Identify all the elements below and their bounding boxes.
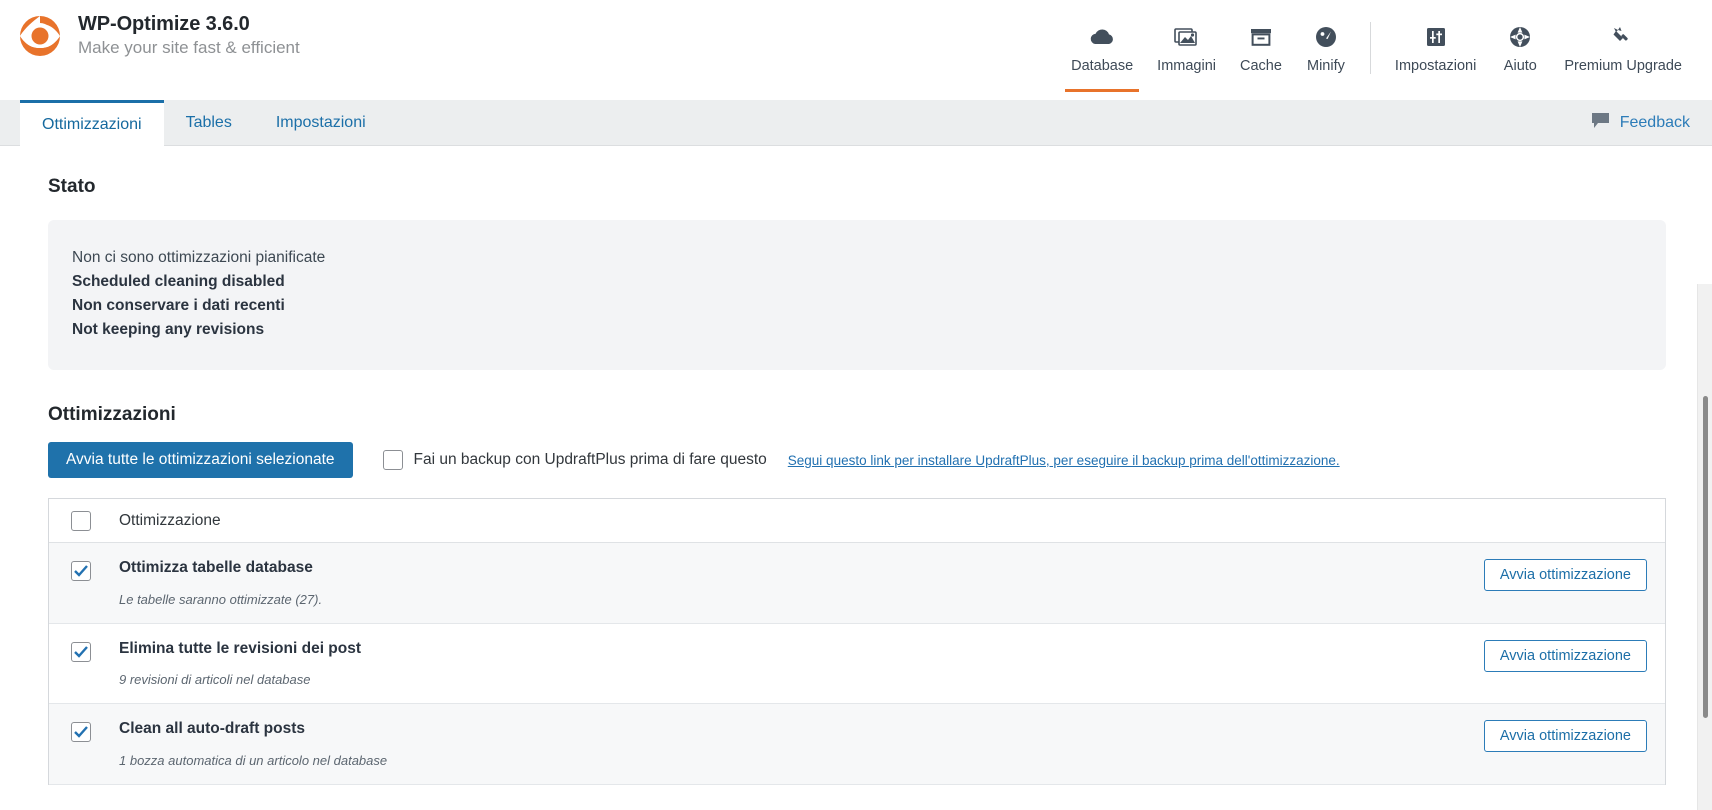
tab-impostazioni[interactable]: Impostazioni (254, 100, 388, 145)
row-content: Clean all auto-draft posts 1 bozza autom… (119, 720, 1484, 768)
row-content: Ottimizza tabelle database Le tabelle sa… (119, 559, 1484, 607)
run-all-optimizations-button[interactable]: Avvia tutte le ottimizzazioni selezionat… (48, 442, 353, 478)
nav-item-impostazioni[interactable]: Impostazioni (1383, 18, 1488, 74)
backup-option: Fai un backup con UpdraftPlus prima di f… (383, 450, 1340, 470)
tab-bar: Ottimizzazioni Tables Impostazioni Feedb… (0, 100, 1712, 146)
table-row: Ottimizza tabelle database Le tabelle sa… (49, 543, 1665, 624)
row-description: 9 revisioni di articoli nel database (119, 672, 1484, 687)
status-line: Non ci sono ottimizzazioni pianificate (72, 246, 1642, 270)
nav-label: Database (1071, 58, 1133, 74)
top-navigation-primary: Database Immagini (1059, 18, 1358, 74)
tab-label: Tables (186, 114, 232, 132)
tab-tables[interactable]: Tables (164, 100, 254, 145)
archive-box-icon (1248, 22, 1274, 52)
table-header-row: Ottimizzazione (49, 499, 1665, 543)
row-title: Clean all auto-draft posts (119, 720, 1484, 739)
nav-item-aiuto[interactable]: Aiuto (1488, 18, 1552, 74)
nav-item-database[interactable]: Database (1059, 18, 1145, 74)
feedback-link[interactable]: Feedback (1591, 100, 1690, 145)
run-optimization-button[interactable]: Avvia ottimizzazione (1484, 559, 1647, 591)
row-checkbox[interactable] (71, 642, 91, 662)
nav-item-immagini[interactable]: Immagini (1145, 18, 1228, 74)
table-row: Elimina tutte le revisioni dei post 9 re… (49, 624, 1665, 705)
plug-icon (1611, 22, 1635, 52)
brand-text: WP-Optimize 3.6.0 Make your site fast & … (78, 12, 300, 59)
wp-optimize-logo-icon (16, 12, 64, 60)
backup-checkbox[interactable] (383, 450, 403, 470)
optimizations-heading: Ottimizzazioni (48, 404, 1688, 426)
tab-label: Impostazioni (276, 114, 366, 132)
status-line: Not keeping any revisions (72, 318, 1642, 342)
sliders-icon (1424, 22, 1448, 52)
feedback-label: Feedback (1620, 114, 1690, 132)
row-description: Le tabelle saranno ottimizzate (27). (119, 592, 1484, 607)
nav-label: Premium Upgrade (1564, 58, 1682, 74)
lifebuoy-icon (1508, 22, 1532, 52)
select-all-checkbox[interactable] (71, 511, 91, 531)
tab-label: Ottimizzazioni (42, 116, 142, 134)
gauge-icon (1314, 22, 1338, 52)
nav-label: Cache (1240, 58, 1282, 74)
row-checkbox[interactable] (71, 561, 91, 581)
top-navigation: Database Immagini (1059, 18, 1694, 94)
row-title: Elimina tutte le revisioni dei post (119, 640, 1484, 659)
nav-item-minify[interactable]: Minify (1294, 18, 1358, 74)
table-header-label: Ottimizzazione (119, 512, 221, 530)
nav-divider (1370, 22, 1371, 74)
plugin-header: WP-Optimize 3.6.0 Make your site fast & … (0, 0, 1712, 100)
plugin-tagline: Make your site fast & efficient (78, 37, 300, 59)
run-optimization-button[interactable]: Avvia ottimizzazione (1484, 720, 1647, 752)
table-row: Clean all auto-draft posts 1 bozza autom… (49, 704, 1665, 785)
status-heading: Stato (48, 176, 1688, 198)
nav-item-premium-upgrade[interactable]: Premium Upgrade (1552, 18, 1694, 74)
updraftplus-install-link[interactable]: Segui questo link per installare Updraft… (788, 453, 1340, 468)
run-optimization-button[interactable]: Avvia ottimizzazione (1484, 640, 1647, 672)
vertical-scrollbar-track[interactable] (1697, 284, 1712, 810)
row-checkbox[interactable] (71, 722, 91, 742)
top-navigation-secondary: Impostazioni Aiuto (1383, 18, 1694, 74)
speech-bubble-icon (1591, 112, 1610, 134)
row-content: Elimina tutte le revisioni dei post 9 re… (119, 640, 1484, 688)
cloud-icon (1088, 22, 1116, 52)
row-title: Ottimizza tabelle database (119, 559, 1484, 578)
nav-item-cache[interactable]: Cache (1228, 18, 1294, 74)
status-box: Non ci sono ottimizzazioni pianificate S… (48, 220, 1666, 370)
backup-label: Fai un backup con UpdraftPlus prima di f… (414, 451, 767, 469)
status-line: Non conservare i dati recenti (72, 294, 1642, 318)
main-content: Stato Non ci sono ottimizzazioni pianifi… (0, 176, 1712, 810)
nav-label: Impostazioni (1395, 58, 1476, 74)
images-icon (1174, 22, 1200, 52)
plugin-title: WP-Optimize 3.6.0 (78, 12, 300, 37)
optimizations-table: Ottimizzazione Ottimizza tabelle databas… (48, 498, 1666, 785)
nav-label: Aiuto (1504, 58, 1537, 74)
brand: WP-Optimize 3.6.0 Make your site fast & … (16, 0, 300, 60)
nav-label: Immagini (1157, 58, 1216, 74)
nav-label: Minify (1307, 58, 1345, 74)
status-line: Scheduled cleaning disabled (72, 270, 1642, 294)
row-description: 1 bozza automatica di un articolo nel da… (119, 753, 1484, 768)
tab-ottimizzazioni[interactable]: Ottimizzazioni (20, 100, 164, 146)
vertical-scrollbar-thumb[interactable] (1703, 396, 1708, 718)
optimizations-actions: Avvia tutte le ottimizzazioni selezionat… (48, 442, 1688, 478)
